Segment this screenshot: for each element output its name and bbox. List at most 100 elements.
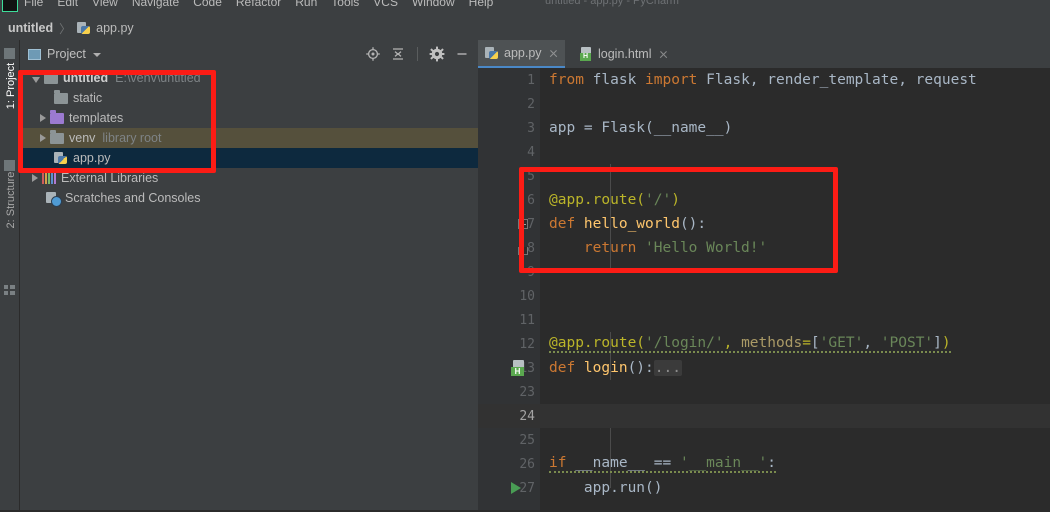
settings-gear-icon[interactable] [429, 46, 445, 62]
python-file-icon [54, 151, 68, 165]
code-line[interactable] [540, 284, 1050, 308]
tree-item-label: venv [69, 131, 96, 145]
fold-region-line [523, 229, 524, 247]
tree-row-app-py[interactable]: app.py [20, 148, 478, 168]
tree-row-static[interactable]: static [20, 88, 478, 108]
code-line[interactable]: if __name__ == '__main__': [540, 452, 1050, 476]
folder-icon [44, 69, 58, 84]
menu-item-code[interactable]: Code [193, 0, 222, 9]
menu-item-run[interactable]: Run [295, 0, 317, 9]
code-line[interactable]: @app.route('/login/', methods=['GET', 'P… [540, 332, 1050, 356]
code-line-current[interactable] [540, 404, 1050, 428]
editor-gutter[interactable]: 1 2 3 4 5 6 7 8 9 10 11 12 13 23 24 25 2… [478, 68, 540, 512]
project-title: Project [47, 47, 86, 61]
chevron-down-icon[interactable] [92, 53, 101, 57]
tree-item-label: External Libraries [61, 171, 159, 185]
tool-window-strip-left: 1: Project 2: Structure [0, 40, 20, 512]
line-number: 23 [519, 384, 535, 400]
libraries-icon [42, 172, 56, 184]
line-number: 5 [527, 168, 535, 184]
menu-bar: File Edit View Navigate Code Refactor Ru… [0, 0, 1050, 16]
tree-row-external-libraries[interactable]: External Libraries [20, 168, 478, 188]
breadcrumb-project[interactable]: untitled [8, 21, 53, 35]
tree-item-label: app.py [73, 151, 111, 165]
code-line[interactable] [540, 428, 1050, 452]
code-line[interactable] [540, 92, 1050, 116]
editor-tab-app-py[interactable]: app.py [478, 40, 565, 68]
run-script-icon[interactable] [511, 482, 521, 494]
folder-icon [50, 109, 64, 124]
menu-item-tools[interactable]: Tools [331, 0, 359, 9]
menu-item-navigate[interactable]: Navigate [132, 0, 179, 9]
code-line-folded[interactable]: def login ():... [540, 356, 1050, 380]
locate-target-icon[interactable] [365, 46, 381, 62]
code-line[interactable]: from flask import Flask, render_template… [540, 68, 1050, 92]
favorites-icon [4, 285, 15, 289]
code-line[interactable]: def hello_world (): [540, 212, 1050, 236]
collapse-all-icon[interactable] [390, 46, 406, 62]
tree-item-annotation: library root [102, 131, 162, 145]
project-window-badge-icon [28, 48, 41, 60]
chevron-right-icon[interactable] [40, 134, 46, 142]
code-line[interactable] [540, 380, 1050, 404]
code-editor[interactable]: 1 2 3 4 5 6 7 8 9 10 11 12 13 23 24 25 2… [478, 68, 1050, 512]
tree-row-untitled[interactable]: untitled E:\venv\untitled [20, 68, 478, 88]
tree-item-path: E:\venv\untitled [115, 71, 201, 85]
line-number: 11 [519, 312, 535, 328]
tool-tab-project[interactable]: 1: Project [1, 53, 21, 119]
line-number: 4 [527, 144, 535, 160]
line-number: 12 [519, 336, 535, 352]
code-line[interactable]: app = Flask(__name__) [540, 116, 1050, 140]
folder-icon [50, 129, 64, 144]
close-icon[interactable] [659, 50, 668, 59]
html-template-gutter-icon[interactable] [511, 360, 526, 376]
code-line[interactable] [540, 308, 1050, 332]
editor-area: app.py login.html 1 2 3 4 5 6 7 8 9 10 [478, 40, 1050, 512]
code-line[interactable]: return 'Hello World!' [540, 236, 1050, 260]
line-number: 13 [519, 360, 535, 376]
line-number: 6 [527, 192, 535, 208]
project-toolbar-actions [365, 40, 470, 68]
editor-tab-login-html[interactable]: login.html [573, 40, 675, 68]
python-file-icon [77, 21, 91, 35]
code-line[interactable]: app.run() [540, 476, 1050, 500]
fold-collapse-icon[interactable] [518, 219, 528, 229]
line-number: 10 [519, 288, 535, 304]
tree-row-scratches-and-consoles[interactable]: Scratches and Consoles [20, 188, 478, 208]
tree-item-label: templates [69, 111, 124, 125]
menu-item-vcs[interactable]: VCS [373, 0, 398, 9]
menu-item-view[interactable]: View [92, 0, 118, 9]
line-number: 7 [527, 216, 535, 232]
code-line[interactable]: @app.route('/') [540, 188, 1050, 212]
chevron-right-icon[interactable] [32, 174, 38, 182]
code-line[interactable] [540, 164, 1050, 188]
tree-item-label: untitled [63, 71, 109, 85]
chevron-down-icon[interactable] [32, 76, 40, 83]
code-lines[interactable]: from flask import Flask, render_template… [540, 68, 1050, 512]
breadcrumb-separator: 〉 [59, 21, 72, 36]
toolbar-divider [417, 47, 418, 61]
line-number: 27 [519, 480, 535, 496]
menu-item-file[interactable]: File [24, 0, 43, 9]
menu-item-refactor[interactable]: Refactor [236, 0, 281, 9]
close-icon[interactable] [549, 49, 558, 58]
code-line[interactable] [540, 140, 1050, 164]
tool-tab-structure[interactable]: 2: Structure [1, 167, 21, 233]
html-file-icon [580, 47, 593, 61]
chevron-right-icon[interactable] [40, 114, 46, 122]
line-number: 1 [527, 72, 535, 88]
menu-item-edit[interactable]: Edit [57, 0, 78, 9]
menu-item-window[interactable]: Window [412, 0, 455, 9]
breadcrumb-file[interactable]: app.py [96, 21, 134, 35]
tree-row-templates[interactable]: templates [20, 108, 478, 128]
project-tree[interactable]: untitled E:\venv\untitled static templat… [20, 68, 478, 512]
tree-row-venv[interactable]: venv library root [20, 128, 478, 148]
editor-tab-label: app.py [504, 46, 542, 60]
hide-panel-icon[interactable] [454, 46, 470, 62]
code-line[interactable] [540, 260, 1050, 284]
line-number: 3 [527, 120, 535, 136]
project-title-group[interactable]: Project [20, 47, 101, 61]
tree-item-label: Scratches and Consoles [65, 191, 201, 205]
menu-item-help[interactable]: Help [469, 0, 494, 9]
python-file-icon [485, 46, 499, 60]
